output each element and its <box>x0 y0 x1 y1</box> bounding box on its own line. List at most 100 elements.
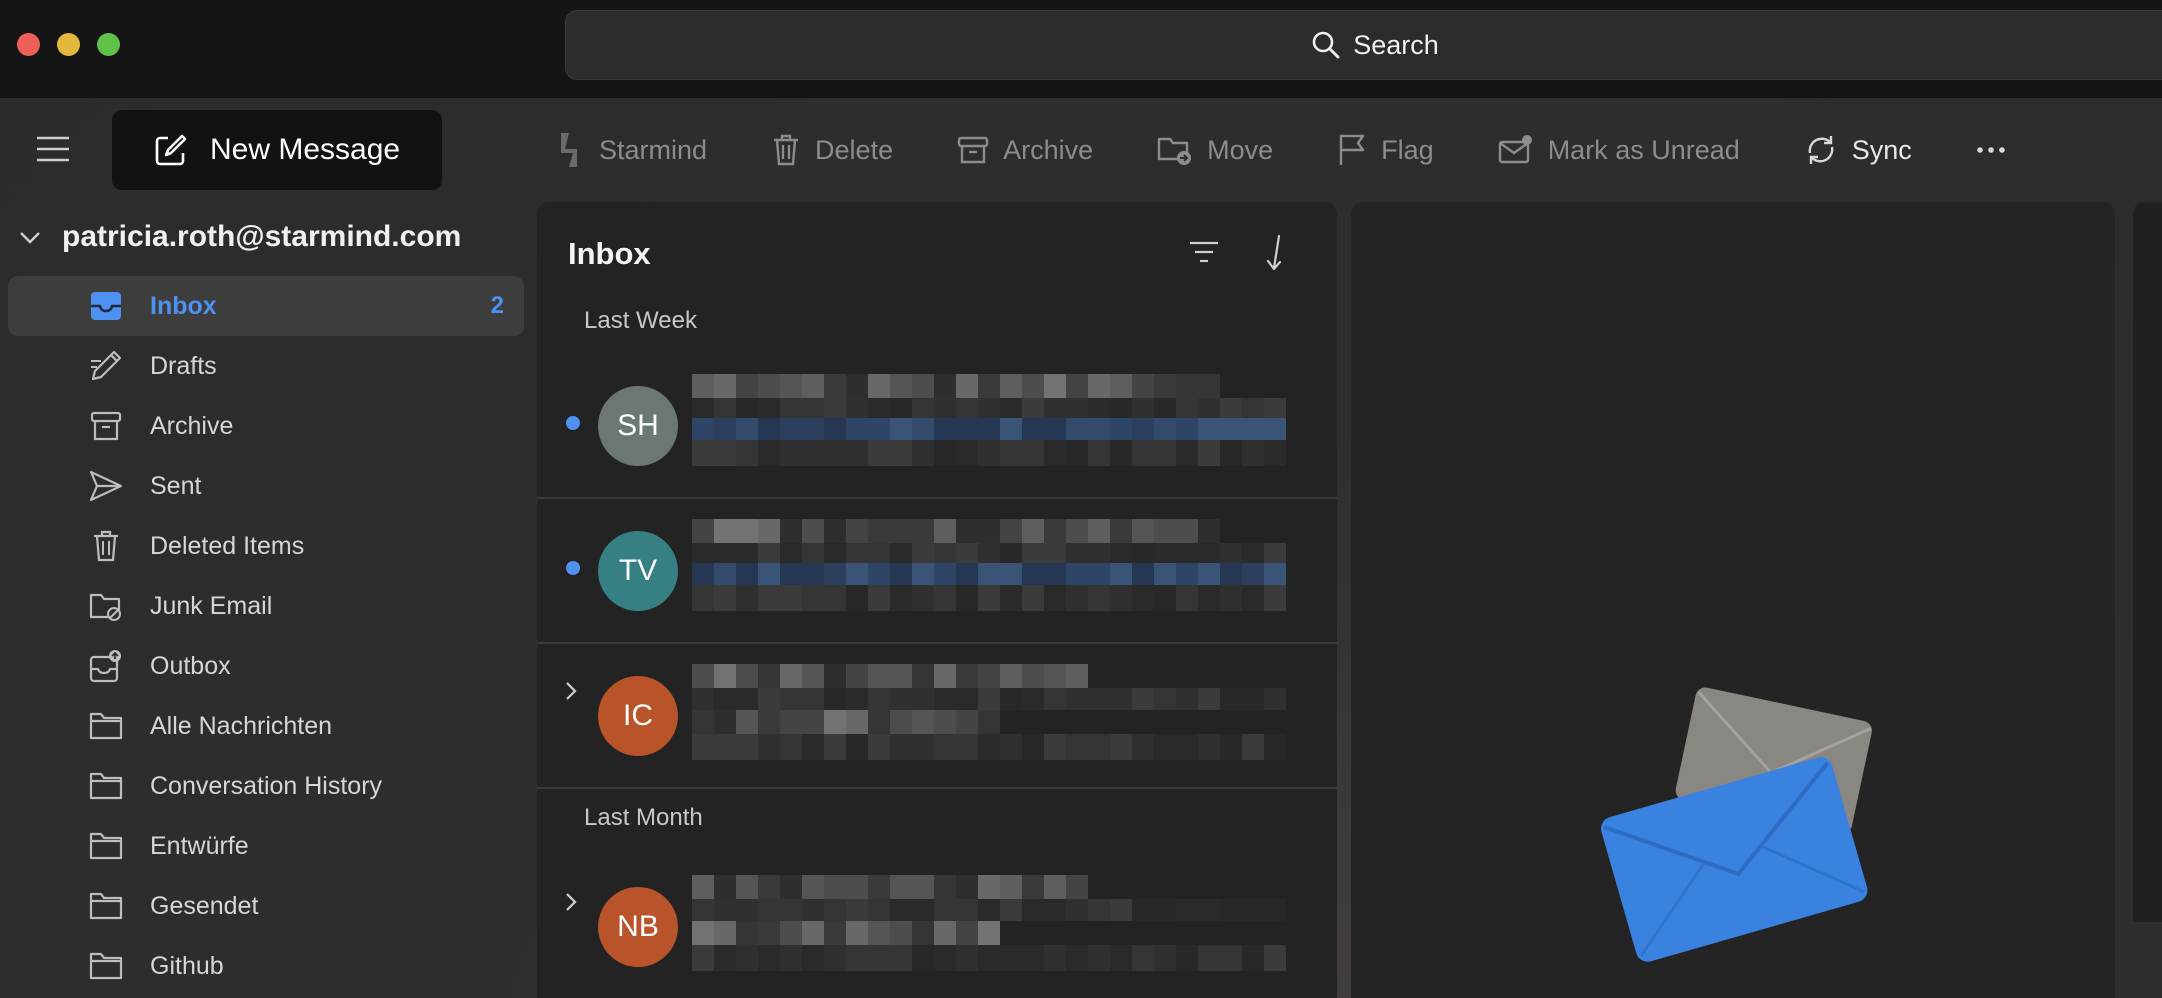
chevron-down-icon <box>20 232 40 244</box>
pixelated-preview <box>692 871 1302 981</box>
delete-button[interactable]: Delete <box>771 133 893 167</box>
redacted-pixel <box>1220 563 1242 585</box>
folder-sent[interactable]: Sent <box>8 456 524 516</box>
message-item[interactable]: NB <box>537 855 1337 998</box>
folder-github[interactable]: Github <box>8 936 524 996</box>
redacted-pixel <box>692 945 714 971</box>
pencil-icon <box>88 348 124 384</box>
sort-order-icon[interactable] <box>1265 234 1287 277</box>
redacted-pixel <box>1022 418 1044 440</box>
close-window-button[interactable] <box>17 33 40 56</box>
more-options-button[interactable] <box>1976 145 2006 155</box>
move-button[interactable]: Move <box>1157 133 1273 167</box>
redacted-pixel <box>868 418 890 440</box>
redacted-pixel <box>692 543 714 563</box>
redacted-pixel <box>868 921 890 945</box>
redacted-pixel <box>934 664 956 688</box>
filter-icon[interactable] <box>1189 240 1219 269</box>
redacted-pixel <box>978 398 1000 418</box>
folder-conversation-history[interactable]: Conversation History <box>8 756 524 816</box>
account-header[interactable]: patricia.roth@starmind.com <box>18 220 461 254</box>
sync-button[interactable]: Sync <box>1804 133 1912 167</box>
redacted-pixel <box>1110 398 1132 418</box>
redacted-pixel <box>692 921 714 945</box>
message-item[interactable]: TV <box>537 499 1337 644</box>
redacted-pixel <box>934 875 956 899</box>
redacted-pixel <box>912 710 934 734</box>
redacted-pixel <box>846 563 868 585</box>
folder-gesendet[interactable]: Gesendet <box>8 876 524 936</box>
redacted-pixel <box>758 875 780 899</box>
folder-entwuerfe[interactable]: Entwürfe <box>8 816 524 876</box>
trash-icon <box>88 528 124 564</box>
redacted-pixel <box>934 563 956 585</box>
redacted-pixel <box>978 440 1000 466</box>
redacted-pixel <box>890 519 912 543</box>
redacted-pixel <box>890 585 912 611</box>
flag-button[interactable]: Flag <box>1337 133 1434 167</box>
redacted-pixel <box>1044 440 1066 466</box>
redacted-pixel <box>1198 440 1220 466</box>
folder-alle-nachrichten[interactable]: Alle Nachrichten <box>8 696 524 756</box>
redacted-pixel <box>1000 418 1022 440</box>
redacted-pixel <box>780 734 802 760</box>
redacted-pixel <box>956 921 978 945</box>
redacted-pixel <box>1242 543 1264 563</box>
sidebar-toggle-button[interactable] <box>35 135 71 163</box>
redacted-pixel <box>714 543 736 563</box>
message-list-pane: Inbox Last Week SH TV IC Last Month NB <box>537 202 1337 998</box>
redacted-pixel <box>802 398 824 418</box>
redacted-pixel <box>736 921 758 945</box>
redacted-pixel <box>736 398 758 418</box>
folder-deleted-items[interactable]: Deleted Items <box>8 516 524 576</box>
message-item[interactable]: IC <box>537 644 1337 789</box>
redacted-pixel <box>1132 398 1154 418</box>
folder-archive[interactable]: Archive <box>8 396 524 456</box>
chevron-right-icon[interactable] <box>564 680 578 707</box>
chevron-right-icon[interactable] <box>564 891 578 918</box>
redacted-pixel <box>1132 688 1154 710</box>
folder-inbox[interactable]: Inbox 2 <box>8 276 524 336</box>
minimize-window-button[interactable] <box>57 33 80 56</box>
redacted-pixel <box>846 664 868 688</box>
redacted-pixel <box>846 875 868 899</box>
mark-unread-envelope-icon <box>1498 135 1532 164</box>
redacted-pixel <box>1132 734 1154 760</box>
starmind-button[interactable]: Starmind <box>555 131 707 169</box>
zoom-window-button[interactable] <box>97 33 120 56</box>
redacted-pixel <box>1044 418 1066 440</box>
unread-dot <box>566 561 580 575</box>
redacted-pixel <box>1088 543 1110 563</box>
redacted-pixel <box>736 945 758 971</box>
redacted-pixel <box>890 563 912 585</box>
folder-drafts[interactable]: Drafts <box>8 336 524 396</box>
redacted-pixel <box>978 899 1000 921</box>
redacted-pixel <box>1110 418 1132 440</box>
redacted-pixel <box>692 374 714 398</box>
archive-button[interactable]: Archive <box>957 134 1093 166</box>
search-bar[interactable]: Search <box>565 10 2162 80</box>
redacted-pixel <box>758 585 780 611</box>
redacted-pixel <box>1154 563 1176 585</box>
redacted-pixel <box>890 374 912 398</box>
redacted-pixel <box>1198 374 1220 398</box>
starmind-logo-icon <box>561 133 577 167</box>
reading-pane <box>1351 202 2115 998</box>
folder-outbox[interactable]: Outbox <box>8 636 524 696</box>
redacted-pixel <box>780 688 802 710</box>
redacted-pixel <box>802 519 824 543</box>
new-message-button[interactable]: New Message <box>112 110 442 190</box>
redacted-pixel <box>1022 585 1044 611</box>
redacted-pixel <box>780 585 802 611</box>
folder-junk-email[interactable]: Junk Email <box>8 576 524 636</box>
redacted-pixel <box>1000 875 1022 899</box>
redacted-pixel <box>758 921 780 945</box>
redacted-pixel <box>1242 585 1264 611</box>
redacted-pixel <box>1220 585 1242 611</box>
redacted-pixel <box>1022 543 1044 563</box>
message-item[interactable]: SH <box>537 354 1337 499</box>
redacted-pixel <box>1000 734 1022 760</box>
mark-as-unread-button[interactable]: Mark as Unread <box>1498 134 1740 166</box>
redacted-pixel <box>1242 418 1264 440</box>
redacted-pixel <box>1022 519 1044 543</box>
